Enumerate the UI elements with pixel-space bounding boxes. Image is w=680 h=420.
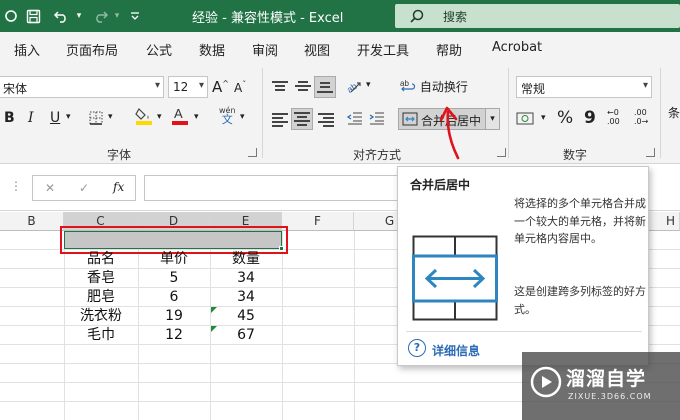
watermark-logo-icon xyxy=(530,366,562,398)
merge-center-illustration-icon xyxy=(412,235,498,321)
help-icon[interactable]: ? xyxy=(408,339,426,357)
header-quantity[interactable]: 数量 xyxy=(210,250,282,268)
insert-function-button[interactable]: fx xyxy=(113,180,124,194)
table-cell[interactable]: 6 xyxy=(138,288,210,306)
formula-input[interactable] xyxy=(144,175,404,201)
column-header-f[interactable]: F xyxy=(282,212,354,231)
table-cell[interactable]: 34 xyxy=(210,269,282,287)
formula-bar-grip: ⋮ xyxy=(10,179,22,193)
table-cell[interactable]: 45 xyxy=(210,307,282,325)
column-header-b[interactable]: B xyxy=(0,212,64,231)
table-cell[interactable]: 肥皂 xyxy=(64,288,138,306)
table-cell[interactable]: 34 xyxy=(210,288,282,306)
watermark-name: 溜溜自学 xyxy=(566,368,647,390)
tooltip-divider xyxy=(406,331,642,332)
tooltip-title: 合并后居中 xyxy=(410,178,471,192)
table-cell[interactable]: 19 xyxy=(138,307,210,325)
error-indicator-icon[interactable] xyxy=(211,326,217,332)
header-product[interactable]: 品名 xyxy=(64,250,138,268)
formula-buttons: ✕ ✓ fx xyxy=(32,175,136,201)
table-cell[interactable]: 香皂 xyxy=(64,269,138,287)
tooltip-description-2: 这是创建跨多列标签的好方式。 xyxy=(514,285,646,316)
table-cell[interactable]: 洗衣粉 xyxy=(64,307,138,325)
merge-center-tooltip: 合并后居中 将选择的多个单元格合并成一个较大的单元格，并将新单元格内容居中。 这… xyxy=(397,166,649,366)
header-price[interactable]: 单价 xyxy=(138,250,210,268)
enter-icon[interactable]: ✓ xyxy=(79,181,89,195)
tooltip-description: 将选择的多个单元格合并成一个较大的单元格，并将新单元格内容居中。 xyxy=(514,197,646,245)
table-cell[interactable]: 12 xyxy=(138,326,210,344)
watermark-url: ZIXUE.3D66.COM xyxy=(568,392,652,401)
watermark: 溜溜自学 ZIXUE.3D66.COM xyxy=(522,352,680,420)
table-cell[interactable]: 毛巾 xyxy=(64,326,138,344)
cancel-icon[interactable]: ✕ xyxy=(45,181,55,195)
more-info-link[interactable]: 详细信息 xyxy=(432,342,480,359)
table-cell[interactable]: 67 xyxy=(210,326,282,344)
table-cell[interactable]: 5 xyxy=(138,269,210,287)
error-indicator-icon[interactable] xyxy=(211,307,217,313)
